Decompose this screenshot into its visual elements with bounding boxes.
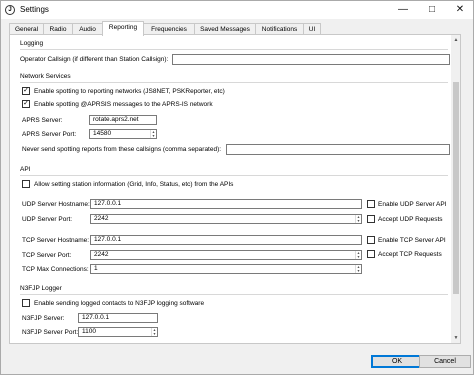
tcp-enable-checkbox[interactable] xyxy=(367,236,375,244)
network-section-title: Network Services xyxy=(20,73,71,80)
never-spot-input[interactable] xyxy=(226,144,450,155)
vertical-scrollbar[interactable]: ▲ ▼ xyxy=(451,35,460,343)
spin-arrows-icon[interactable]: ▲ ▼ xyxy=(151,328,157,336)
enable-aprsis-checkbox[interactable]: ✓ xyxy=(22,100,30,108)
tcp-accept-label: Accept TCP Requests xyxy=(378,251,442,258)
udp-host-label: UDP Server Hostname: xyxy=(22,201,90,208)
udp-port-label: UDP Server Port: xyxy=(22,216,73,223)
enable-spotting-label: Enable spotting to reporting networks (J… xyxy=(34,88,225,95)
close-button[interactable]: ✕ xyxy=(446,1,474,19)
api-section-title: API xyxy=(20,166,31,173)
tab-reporting[interactable]: Reporting xyxy=(102,21,144,36)
logging-section-title: Logging xyxy=(20,40,44,47)
operator-callsign-label: Operator Callsign (if different than Sta… xyxy=(20,56,169,63)
enable-spotting-checkbox[interactable]: ✓ xyxy=(22,87,30,95)
aprs-port-label: APRS Server Port: xyxy=(22,131,77,138)
title-bar: J Settings — □ ✕ xyxy=(1,1,473,19)
n3fjp-port-spinbox[interactable]: 1100 ▲ ▼ xyxy=(78,327,158,337)
udp-port-spinbox[interactable]: 2242 ▲ ▼ xyxy=(90,214,362,224)
operator-callsign-input[interactable] xyxy=(172,54,450,65)
allow-station-info-checkbox[interactable] xyxy=(22,180,30,188)
spin-arrows-icon[interactable]: ▲ ▼ xyxy=(355,251,361,259)
tcp-port-spinbox[interactable]: 2242 ▲ ▼ xyxy=(90,250,362,260)
tcp-max-spinbox[interactable]: 1 ▲ ▼ xyxy=(90,264,362,274)
spin-arrows-icon[interactable]: ▲ ▼ xyxy=(355,265,361,273)
minimize-button[interactable]: — xyxy=(389,1,417,19)
udp-enable-label: Enable UDP Server API xyxy=(378,201,447,208)
udp-accept-checkbox[interactable] xyxy=(367,215,375,223)
udp-port-value: 2242 xyxy=(94,215,109,222)
udp-enable-checkbox[interactable] xyxy=(367,200,375,208)
enable-aprsis-label: Enable spotting @APRSIS messages to the … xyxy=(34,101,213,108)
aprs-port-value: 14580 xyxy=(93,130,112,137)
scroll-down-icon[interactable]: ▼ xyxy=(451,333,460,343)
spin-arrows-icon[interactable]: ▲ ▼ xyxy=(355,215,361,223)
tcp-host-label: TCP Server Hostname: xyxy=(22,237,90,244)
aprs-port-spinbox[interactable]: 14580 ▲ ▼ xyxy=(89,129,157,139)
scroll-up-icon[interactable]: ▲ xyxy=(451,35,460,45)
n3fjp-enable-label: Enable sending logged contacts to N3FJP … xyxy=(34,300,205,307)
tcp-port-value: 2242 xyxy=(94,251,109,258)
divider xyxy=(20,49,448,50)
settings-window: J Settings — □ ✕ General Radio Audio Rep… xyxy=(0,0,474,375)
n3fjp-server-input[interactable]: 127.0.0.1 xyxy=(78,313,158,323)
cancel-button[interactable]: Cancel xyxy=(419,355,471,368)
tcp-enable-label: Enable TCP Server API xyxy=(378,237,446,244)
ok-button[interactable]: OK xyxy=(371,355,423,368)
tcp-host-input[interactable]: 127.0.0.1 xyxy=(90,235,362,245)
never-spot-label: Never send spotting reports from these c… xyxy=(22,146,222,153)
reporting-panel: Logging Operator Callsign (if different … xyxy=(9,34,461,344)
tcp-port-label: TCP Server Port: xyxy=(22,252,72,259)
n3fjp-server-label: N3FJP Server: xyxy=(22,315,65,322)
n3fjp-section-title: N3FJP Logger xyxy=(20,285,62,292)
tcp-accept-checkbox[interactable] xyxy=(367,250,375,258)
divider xyxy=(20,82,448,83)
n3fjp-port-value: 1100 xyxy=(82,328,96,335)
udp-accept-label: Accept UDP Requests xyxy=(378,216,443,223)
window-title: Settings xyxy=(20,5,49,14)
allow-station-info-label: Allow setting station information (Grid,… xyxy=(34,181,234,188)
spin-arrows-icon[interactable]: ▲ ▼ xyxy=(150,130,156,138)
maximize-button[interactable]: □ xyxy=(418,1,446,19)
aprs-server-label: APRS Server: xyxy=(22,117,63,124)
n3fjp-port-label: N3FJP Server Port: xyxy=(22,329,79,336)
divider xyxy=(20,175,448,176)
divider xyxy=(20,294,448,295)
aprs-server-input[interactable]: rotate.aprs2.net xyxy=(89,115,157,125)
scrollbar-thumb[interactable] xyxy=(453,82,459,294)
tcp-max-value: 1 xyxy=(94,265,98,272)
udp-host-input[interactable]: 127.0.0.1 xyxy=(90,199,362,209)
n3fjp-enable-checkbox[interactable] xyxy=(22,299,30,307)
tcp-max-label: TCP Max Connections: xyxy=(22,266,89,273)
disc-icon: J xyxy=(5,5,15,15)
